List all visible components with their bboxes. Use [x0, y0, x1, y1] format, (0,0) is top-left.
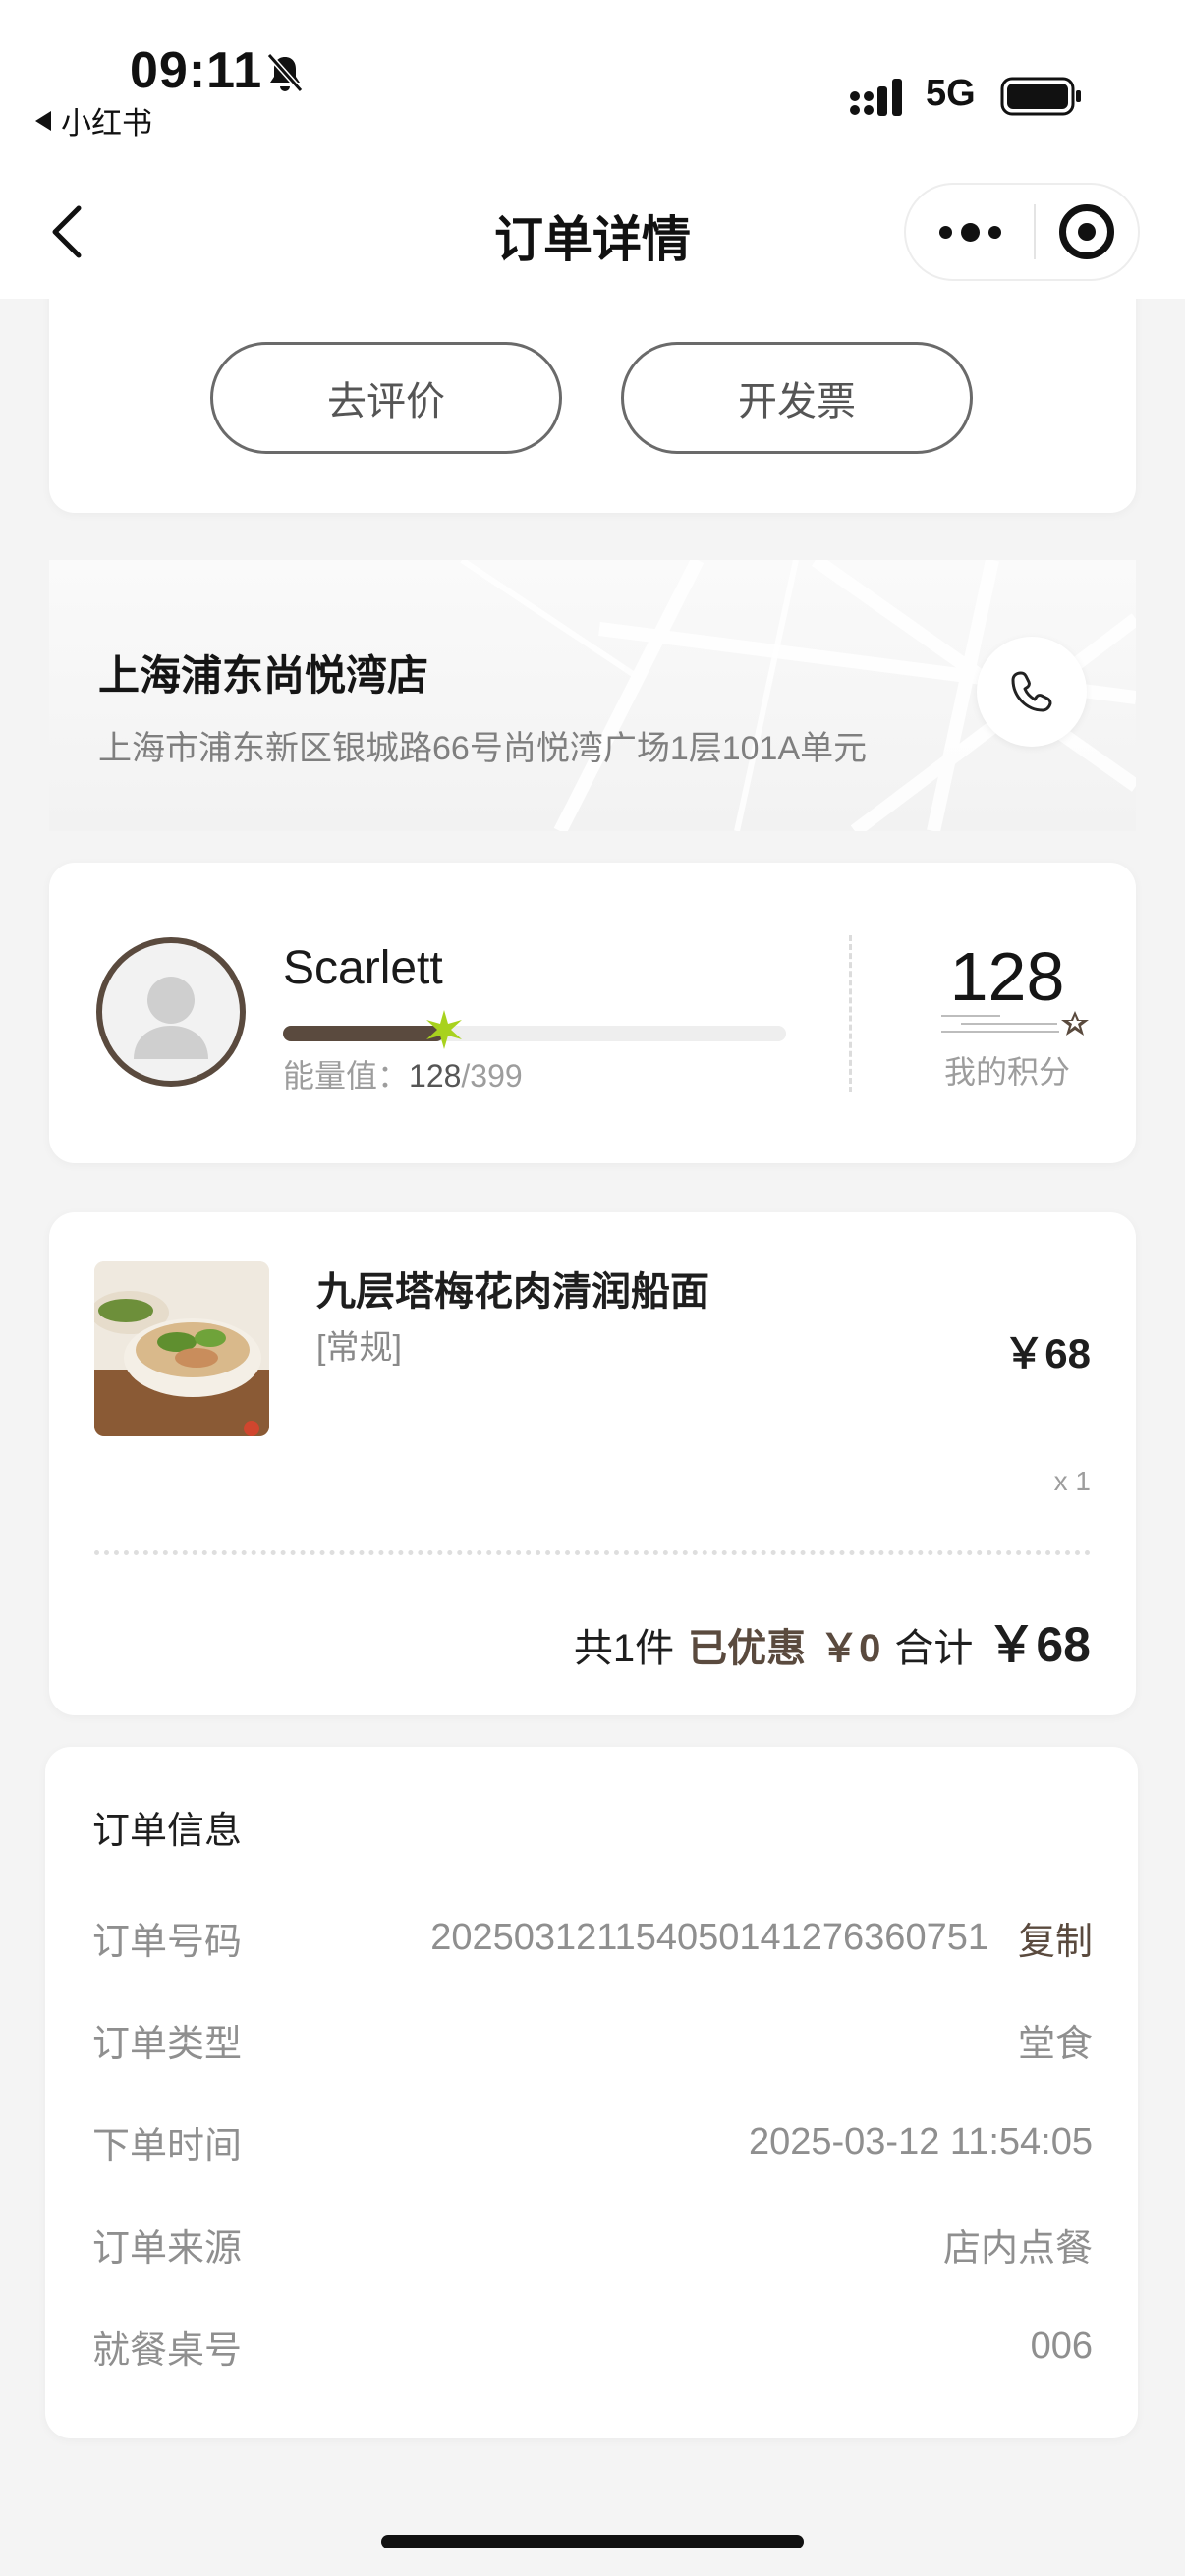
order-number-row: 订单号码 20250312115405014127636​0751 复制: [92, 1908, 1093, 1967]
points-star-icon: [941, 1011, 1089, 1036]
order-info-title: 订单信息: [92, 1811, 243, 1852]
noodle-bowl-image: [94, 1261, 269, 1436]
table-number-row: 就餐桌号 006: [92, 2317, 1093, 2376]
back-to-app-link[interactable]: 小红书: [35, 98, 152, 142]
table-number: 006: [1030, 2324, 1093, 2367]
order-source-row: 订单来源 店内点餐: [92, 2214, 1093, 2273]
back-triangle-icon: [35, 110, 51, 131]
row-label: 订单类型: [92, 2023, 243, 2065]
dish-price: ￥68: [1003, 1330, 1091, 1376]
row-label: 订单号码: [92, 1921, 243, 1963]
store-address: 上海市浦东新区银城路66号尚悦湾广场1层101A单元: [98, 730, 868, 767]
dish-image: [94, 1261, 269, 1436]
network-type: 5G: [926, 73, 976, 114]
row-label: 就餐桌号: [92, 2329, 243, 2372]
energy-value-text: 能量值：128/399: [283, 1051, 523, 1096]
store-name: 上海浦东尚悦湾店: [98, 652, 429, 699]
signal-icon: [850, 79, 902, 116]
dotted-divider: [94, 1550, 1091, 1555]
invoice-button[interactable]: 开发票: [621, 342, 973, 454]
sparkle-icon: [426, 1010, 462, 1049]
energy-label: 能量值：: [283, 1058, 410, 1093]
mini-program-capsule: [904, 183, 1140, 281]
energy-current: 128: [409, 1058, 462, 1093]
energy-progress-bar: [283, 1010, 786, 1049]
dot: [960, 222, 980, 242]
discount-value: ￥0: [819, 1627, 881, 1670]
target-icon: [1059, 204, 1114, 259]
review-button[interactable]: 去评价: [210, 342, 562, 454]
order-time: 2025-03-12 11:54:05: [748, 2120, 1093, 2162]
order-item-card: 九层塔梅花肉清润船面 [常规] ￥68 x 1 共1件 已优惠 ￥0 合计 ￥6…: [49, 1212, 1136, 1715]
row-label: 下单时间: [92, 2125, 243, 2167]
energy-progress-fill: [283, 1026, 444, 1041]
copy-order-number-button[interactable]: 复制: [1018, 1911, 1093, 1965]
dot: [988, 225, 1001, 239]
discount-label: 已优惠: [688, 1627, 807, 1670]
phone-icon: [1011, 671, 1052, 712]
order-info-card: 订单信息 订单号码 20250312115405014127636​0751 复…: [45, 1747, 1138, 2438]
order-type: 堂食: [1017, 2023, 1093, 2065]
dish-name: 九层塔梅花肉清润船面: [316, 1270, 709, 1314]
status-time: 09:11: [130, 42, 263, 99]
member-card: Scarlett 能量值：128/399 128 我的积分: [49, 863, 1136, 1163]
back-app-label: 小红书: [61, 106, 152, 140]
close-mini-program-button[interactable]: [1036, 204, 1138, 259]
order-number: 20250312115405014127636​0751: [430, 1916, 988, 1958]
bell-muted-icon: [266, 53, 304, 92]
battery-icon: [1000, 77, 1081, 116]
order-source: 店内点餐: [942, 2227, 1093, 2269]
more-options-button[interactable]: [906, 185, 1034, 279]
call-store-button[interactable]: [977, 637, 1087, 747]
total-label: 合计: [894, 1627, 974, 1670]
points-value[interactable]: 128: [914, 937, 1100, 1016]
dot: [938, 225, 952, 239]
member-divider: [849, 935, 852, 1092]
member-name: Scarlett: [283, 942, 443, 994]
dish-quantity: x 1: [1053, 1466, 1091, 1496]
points-label: 我的积分: [943, 1054, 1070, 1090]
top-bar: 09:11 小红书 5G 订单详情: [0, 0, 1185, 299]
energy-max: /399: [461, 1058, 523, 1093]
order-type-row: 订单类型 堂食: [92, 2010, 1093, 2069]
default-avatar-icon: [134, 977, 208, 1059]
dish-spec: [常规]: [316, 1329, 402, 1367]
order-summary: 共1件 已优惠 ￥0 合计 ￥68: [574, 1605, 1091, 1676]
total-value: ￥68: [987, 1617, 1091, 1672]
store-card: 上海浦东尚悦湾店 上海市浦东新区银城路66号尚悦湾广场1层101A单元: [49, 560, 1136, 831]
row-label: 订单来源: [92, 2227, 243, 2269]
order-time-row: 下单时间 2025-03-12 11:54:05: [92, 2112, 1093, 2171]
home-indicator[interactable]: [381, 2535, 804, 2548]
avatar[interactable]: [96, 937, 246, 1087]
item-count: 共1件: [573, 1627, 675, 1670]
